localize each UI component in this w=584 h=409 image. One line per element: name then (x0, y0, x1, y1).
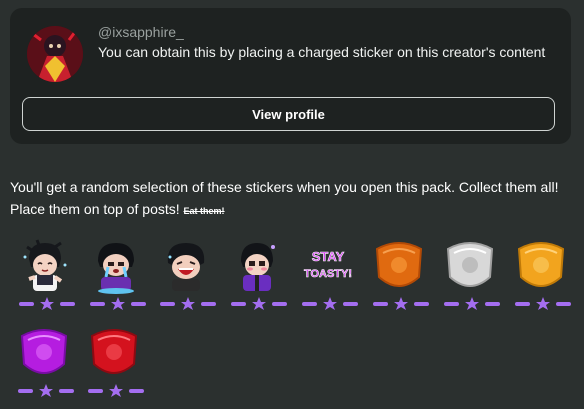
creator-handle[interactable]: @ixsapphire_ (98, 24, 184, 40)
sticker-chibi-sleepy-icon (23, 239, 67, 291)
view-profile-button[interactable]: View profile (22, 97, 555, 131)
pack-description: You'll get a random selection of these s… (10, 176, 570, 222)
sticker-item[interactable] (369, 237, 429, 317)
svg-text:TOASTY!: TOASTY! (304, 268, 352, 280)
sticker-badge-silver-icon (446, 242, 494, 287)
rarity-star-icon (302, 297, 358, 310)
svg-text:STAY: STAY (312, 249, 345, 264)
sticker-item[interactable] (15, 237, 75, 317)
sticker-item[interactable] (440, 237, 500, 317)
sticker-item[interactable]: STAY TOASTY! (298, 237, 358, 317)
sticker-chibi-blush-icon (241, 243, 275, 291)
rarity-star-icon (160, 297, 216, 310)
rarity-star-icon (373, 297, 429, 310)
sticker-item[interactable] (511, 237, 571, 317)
creator-card: @ixsapphire_ You can obtain this by plac… (10, 8, 571, 144)
sticker-item[interactable] (86, 237, 146, 317)
sticker-chibi-laughing-icon (167, 243, 205, 291)
rarity-star-icon (19, 297, 75, 310)
pack-strikethrough-note: Eat them! (183, 206, 225, 216)
sticker-stay-toasty: STAY TOASTY! (304, 249, 353, 281)
rarity-star-icon (231, 297, 287, 310)
sticker-item[interactable] (84, 324, 144, 404)
rarity-star-icon (18, 384, 74, 397)
sticker-badge-red-icon (90, 329, 138, 374)
rarity-star-icon (444, 297, 500, 310)
sticker-item[interactable] (227, 237, 287, 317)
rarity-star-icon (88, 384, 144, 397)
sticker-badge-bronze-icon (375, 242, 423, 287)
rarity-star-icon (515, 297, 571, 310)
sticker-item[interactable] (14, 324, 74, 404)
sticker-item[interactable] (156, 237, 216, 317)
pack-description-text: You'll get a random selection of these s… (10, 179, 559, 217)
sticker-badge-purple-icon (20, 329, 68, 374)
creator-avatar[interactable] (27, 26, 83, 82)
sticker-source-description: You can obtain this by placing a charged… (98, 44, 546, 60)
sticker-badge-gold-icon (517, 242, 565, 287)
rarity-star-icon (90, 297, 146, 310)
sticker-chibi-crying-icon (98, 243, 134, 294)
